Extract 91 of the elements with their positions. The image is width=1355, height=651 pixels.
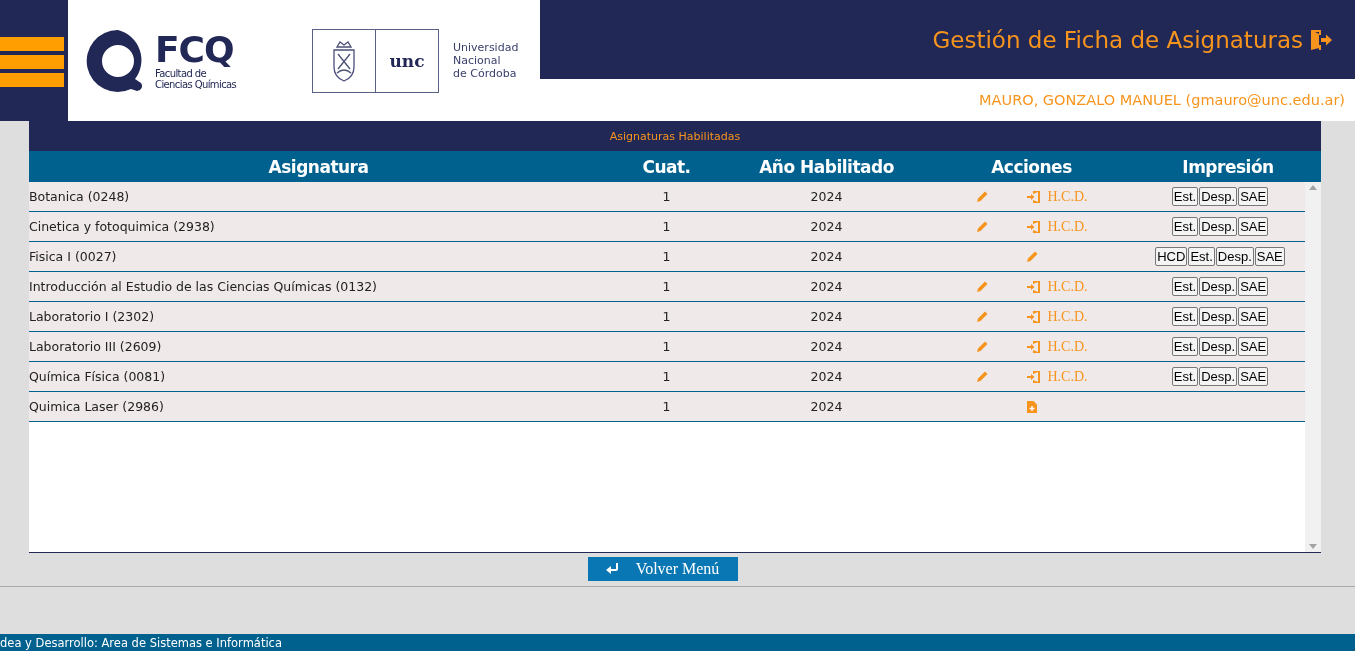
term-cell-text: 1: [661, 249, 672, 264]
print-button[interactable]: SAE: [1238, 367, 1269, 386]
logo-subtitle: Facultad de: [155, 67, 207, 79]
column-header: Asignatura: [267, 156, 370, 177]
print-button[interactable]: Desp.: [1199, 307, 1238, 326]
term-cell-text: 1: [661, 309, 672, 324]
year-cell-text: 2024: [809, 249, 844, 264]
logo-wordmark: unc: [388, 49, 426, 73]
edit-button[interactable]: [975, 309, 990, 324]
print-button[interactable]: SAE: [1238, 217, 1269, 236]
logo-subtitle: Universidad: [453, 41, 519, 54]
column-header: Impresión: [1181, 156, 1275, 177]
print-button[interactable]: SAE: [1238, 307, 1269, 326]
year-cell-text: 2024: [809, 369, 844, 384]
term-cell-text: 1: [661, 369, 672, 384]
column-header: Año Habilitado: [758, 156, 895, 177]
logo-subtitle: de Córdoba: [453, 67, 518, 80]
logout-icon[interactable]: [1309, 27, 1333, 52]
print-button[interactable]: Est.: [1171, 367, 1199, 386]
user-name: MAURO, GONZALO MANUEL (gmauro@unc.edu.ar): [979, 92, 1345, 108]
door-arrow-icon: [1027, 279, 1042, 294]
year-cell-text: 2024: [809, 339, 844, 354]
edit-button[interactable]: [975, 279, 990, 294]
footer-text: dea y Desarrollo: Area de Sistemas e Informática: [0, 635, 282, 650]
subject-cell-text: Laboratorio I (2302): [29, 309, 155, 324]
print-button[interactable]: Desp.: [1199, 217, 1238, 236]
pencil-icon: [975, 309, 990, 324]
print-button[interactable]: Est.: [1171, 337, 1199, 356]
year-cell-text: 2024: [809, 399, 844, 414]
year-cell-text: 2024: [809, 309, 844, 324]
subject-cell-text: Fisica I (0027): [29, 249, 118, 264]
print-button[interactable]: SAE: [1238, 277, 1269, 296]
pencil-icon: [975, 339, 990, 354]
column-header: Acciones: [990, 156, 1073, 177]
print-button[interactable]: Est.: [1188, 247, 1215, 266]
subject-cell-text: Botanica (0248): [29, 189, 131, 204]
pencil-icon: [1024, 249, 1039, 264]
page-title: Gestión de Ficha de Asignaturas: [932, 26, 1303, 53]
print-button[interactable]: SAE: [1238, 337, 1269, 356]
logo-subtitle: Ciencias Químicas: [155, 78, 237, 90]
print-button[interactable]: Est.: [1171, 277, 1199, 296]
edit-button[interactable]: [975, 369, 990, 384]
scroll-down-icon[interactable]: [1309, 544, 1317, 549]
door-arrow-icon: [1027, 219, 1042, 234]
term-cell-text: 1: [661, 399, 672, 414]
edit-button[interactable]: [975, 189, 990, 204]
print-button[interactable]: Est.: [1171, 217, 1199, 236]
edit-button[interactable]: [975, 339, 990, 354]
term-cell-text: 1: [661, 189, 672, 204]
logo-wordmark: FCQ: [155, 31, 235, 68]
print-button[interactable]: Desp.: [1215, 247, 1254, 266]
year-cell-text: 2024: [809, 279, 844, 294]
term-cell-text: 1: [661, 279, 672, 294]
edit-button[interactable]: [975, 219, 990, 234]
subject-cell-text: Introducción al Estudio de las Ciencias Químicas (0132): [29, 279, 378, 294]
scrollbar[interactable]: [1305, 182, 1321, 552]
term-cell-text: 1: [661, 339, 672, 354]
subject-cell-text: Química Física (0081): [29, 369, 167, 384]
file-plus-icon: [1026, 400, 1037, 413]
door-arrow-icon: [1027, 369, 1042, 384]
print-button[interactable]: Desp.: [1199, 337, 1238, 356]
door-arrow-icon: [1027, 309, 1042, 324]
logo-subtitle: Nacional: [453, 54, 502, 67]
pencil-icon: [975, 369, 990, 384]
door-arrow-icon: [1027, 339, 1042, 354]
pencil-icon: [975, 189, 990, 204]
subject-cell-text: Quimica Laser (2986): [29, 399, 165, 414]
menu-button[interactable]: [0, 37, 64, 87]
scroll-up-icon[interactable]: [1309, 185, 1317, 190]
print-button[interactable]: HCD: [1155, 247, 1188, 266]
term-cell-text: 1: [661, 219, 672, 234]
pencil-icon: [975, 219, 990, 234]
pencil-icon: [975, 279, 990, 294]
return-arrow-icon: [605, 562, 620, 576]
door-arrow-icon: [1027, 189, 1042, 204]
print-button[interactable]: SAE: [1254, 247, 1285, 266]
print-button[interactable]: Desp.: [1199, 187, 1238, 206]
back-button[interactable]: Volver Menú: [587, 557, 738, 581]
year-cell-text: 2024: [809, 189, 844, 204]
new-file-button[interactable]: [1026, 400, 1037, 413]
print-button[interactable]: Est.: [1171, 307, 1199, 326]
print-button[interactable]: SAE: [1238, 187, 1269, 206]
subject-cell-text: Cinetica y fotoquimica (2938): [29, 219, 216, 234]
column-header: Cuat.: [641, 156, 692, 177]
print-button[interactable]: Desp.: [1199, 277, 1238, 296]
edit-button[interactable]: [1024, 249, 1039, 264]
year-cell-text: 2024: [809, 219, 844, 234]
print-button[interactable]: Est.: [1171, 187, 1199, 206]
subject-cell-text: Laboratorio III (2609): [29, 339, 163, 354]
table-caption: Asignaturas Habilitadas: [609, 129, 741, 143]
print-button[interactable]: Desp.: [1199, 367, 1238, 386]
